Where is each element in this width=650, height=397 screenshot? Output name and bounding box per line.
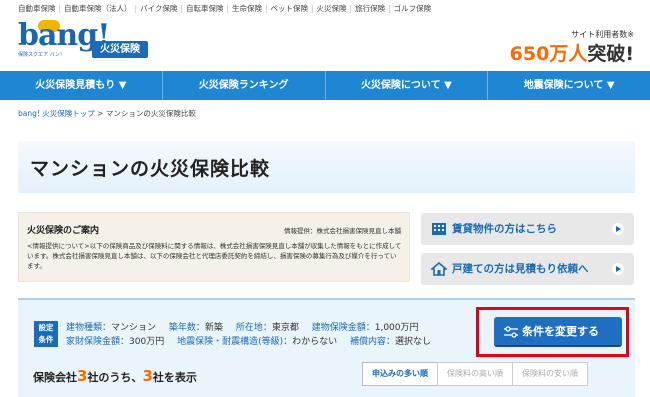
top-link[interactable]: バイク保険 (140, 4, 177, 13)
top-link[interactable]: 生命保険 (232, 4, 262, 13)
main-nav: 火災保険見積もり ▼ 火災保険ランキング 火災保険について ▼ 地震保険について… (0, 71, 650, 100)
users-count-suffix: 突破! (587, 43, 634, 65)
users-count-value: 650万人 (509, 43, 588, 65)
page-title-box: マンションの火災保険比較 (18, 141, 635, 193)
top-link[interactable]: 自転車保険 (186, 4, 224, 13)
top-link[interactable]: 自動車保険（法人） (64, 4, 132, 13)
guide-body: <情報提供について>以下の保険商品及び保険料に関する情報は、株式会社損害保険見直… (27, 242, 402, 270)
house-quote-button[interactable]: 戸建ての方は見積もり依頼へ (421, 253, 634, 285)
top-link[interactable]: 自動車保険 (18, 4, 56, 13)
house-button-label: 戸建ての方は見積もり依頼へ (452, 263, 589, 275)
guide-title: 火災保険のご案内 (27, 226, 100, 236)
nav-about-fire[interactable]: 火災保険について ▼ (324, 71, 488, 100)
top-links: 自動車保険 | 自動車保険（法人） | バイク保険 | 自転車保険 | 生命保険 | ペット保険 | 火… (18, 4, 432, 13)
house-icon (431, 261, 447, 276)
nav-quote[interactable]: 火災保険見積もり ▼ (0, 71, 162, 100)
top-link[interactable]: ペット保険 (271, 4, 309, 13)
change-conditions-button[interactable]: 条件を変更する (494, 317, 622, 347)
chevron-right-icon (612, 263, 624, 275)
change-conditions-label: 条件を変更する (522, 325, 599, 338)
conditions-row-2: 家財保険金額：300万円 地震保険・耐震構造(等級)：わからない 補償内容：選択… (66, 337, 432, 347)
breadcrumb-sep: > (94, 109, 106, 118)
sort-tabs: 申込みの多い順 保険料の高い順 保険料の安い順 (362, 362, 588, 386)
result-shown: 3 (142, 367, 153, 385)
guide-box: 火災保険のご案内 情報提供：株式会社損害保険見直し本舗 <情報提供について>以下… (18, 212, 410, 282)
sort-popular[interactable]: 申込みの多い順 (362, 362, 438, 386)
conditions-row-1: 建物種類：マンション 築年数：新築 所在地：東京都 建物保険金額：1,000万円 (66, 323, 419, 333)
rental-button[interactable]: 賃貸物件の方はこちら (421, 213, 634, 245)
chevron-right-icon (612, 223, 624, 235)
bang-logo[interactable]: bang! 保険スクエア バン！ (18, 18, 110, 58)
conditions-tag: 設定 条件 (34, 321, 58, 347)
sort-price-low[interactable]: 保険料の安い順 (512, 362, 588, 386)
site-header: bang! 保険スクエア バン！ 火災保険 サイト利用者数※ 650万人突破! (0, 14, 650, 68)
result-total: 3 (77, 367, 88, 385)
sliders-icon (504, 326, 518, 338)
breadcrumb: bang! 火災保険トップ > マンションの火災保険比較 (18, 108, 196, 119)
breadcrumb-current: マンションの火災保険比較 (105, 109, 196, 118)
top-link[interactable]: 旅行保険 (355, 4, 385, 13)
nav-about-earthquake[interactable]: 地震保険について ▼ (487, 71, 650, 100)
sort-price-high[interactable]: 保険料の高い順 (437, 362, 513, 386)
users-count: 650万人突破! (510, 39, 634, 66)
page-title: マンションの火災保険比較 (30, 158, 271, 180)
site-badge: 火災保険 (92, 41, 148, 58)
nav-ranking[interactable]: 火災保険ランキング (161, 71, 325, 100)
logo-subtext: 保険スクエア バン！ (18, 52, 65, 58)
guide-source: 情報提供：株式会社損害保険見直し本舗 (284, 227, 401, 235)
top-link[interactable]: 火災保険 (317, 4, 347, 13)
result-summary: 保険会社3社のうち、3社を表示 (33, 367, 197, 385)
building-icon (432, 223, 446, 235)
breadcrumb-home[interactable]: bang! 火災保険トップ (18, 109, 95, 118)
top-link[interactable]: ゴルフ保険 (394, 4, 432, 13)
rental-button-label: 賃貸物件の方はこちら (452, 223, 557, 235)
